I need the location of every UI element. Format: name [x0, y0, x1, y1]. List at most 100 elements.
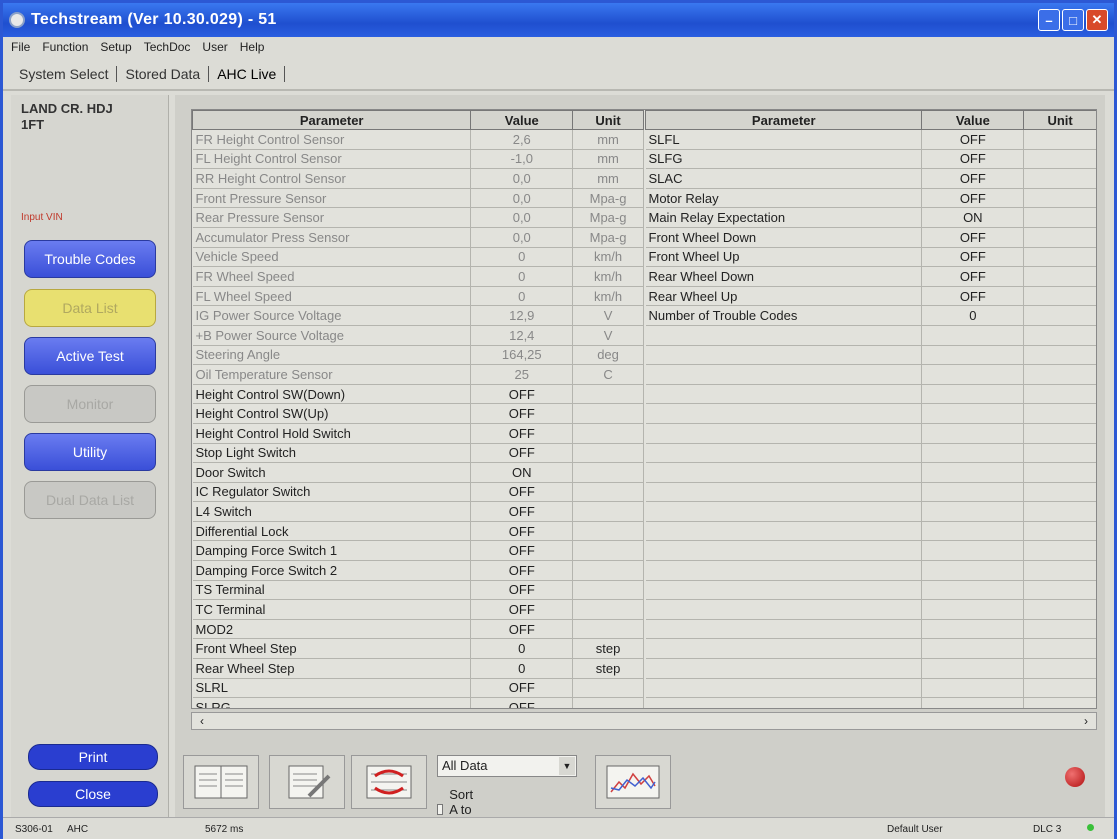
- table-row[interactable]: Front Wheel Step 0 step: [192, 638, 644, 660]
- close-button[interactable]: Close: [28, 781, 158, 807]
- table-row[interactable]: SLAC OFF: [645, 168, 1096, 189]
- maximize-button[interactable]: □: [1062, 9, 1084, 31]
- trouble-codes-button[interactable]: Trouble Codes: [24, 240, 156, 278]
- table-row[interactable]: [645, 501, 1096, 522]
- sort-checkbox[interactable]: [437, 804, 444, 815]
- table-row[interactable]: Rear Wheel Down OFF: [645, 266, 1096, 287]
- menu-function[interactable]: Function: [42, 40, 88, 56]
- table-row[interactable]: [645, 678, 1096, 699]
- table-row[interactable]: [645, 403, 1096, 424]
- table-row[interactable]: [645, 658, 1096, 679]
- table-row[interactable]: FL Height Control Sensor -1,0 mm: [192, 149, 644, 170]
- table-row[interactable]: Oil Temperature Sensor 25 C: [192, 364, 644, 385]
- table-row[interactable]: Accumulator Press Sensor 0,0 Mpa-g: [192, 227, 644, 248]
- table-row[interactable]: [645, 697, 1096, 708]
- table-row[interactable]: [645, 540, 1096, 562]
- menu-file[interactable]: File: [11, 40, 30, 56]
- table-row[interactable]: [645, 521, 1096, 542]
- view-mode-button[interactable]: [183, 755, 259, 809]
- minimize-button[interactable]: –: [1038, 9, 1060, 31]
- table-row[interactable]: Rear Pressure Sensor 0,0 Mpa-g: [192, 207, 644, 228]
- table-row[interactable]: Rear Wheel Up OFF: [645, 286, 1096, 307]
- table-row[interactable]: TS Terminal OFF: [192, 580, 644, 601]
- record-button[interactable]: [1065, 767, 1085, 787]
- close-window-button[interactable]: ✕: [1086, 9, 1108, 31]
- table-row[interactable]: [645, 482, 1096, 503]
- techstream-window: Techstream (Ver 10.30.029) - 51 – □ ✕ Fi…: [0, 0, 1117, 839]
- table-row[interactable]: SLRL OFF: [192, 678, 644, 699]
- swap-list-button[interactable]: [351, 755, 427, 809]
- active-test-button[interactable]: Active Test: [24, 337, 156, 375]
- table-row[interactable]: FL Wheel Speed 0 km/h: [192, 286, 644, 307]
- title-bar: Techstream (Ver 10.30.029) - 51 – □ ✕: [3, 3, 1114, 37]
- table-row[interactable]: Damping Force Switch 1 OFF: [192, 540, 644, 562]
- table-row[interactable]: Rear Wheel Step 0 step: [192, 658, 644, 679]
- table-row[interactable]: [645, 364, 1096, 385]
- unit-header[interactable]: Unit: [572, 110, 644, 130]
- scroll-left-icon[interactable]: ‹: [194, 713, 210, 729]
- table-row[interactable]: Steering Angle 164,25 deg: [192, 345, 644, 366]
- scroll-right-icon[interactable]: ›: [1078, 713, 1094, 729]
- menu-techdoc[interactable]: TechDoc: [144, 40, 191, 56]
- menu-help[interactable]: Help: [240, 40, 265, 56]
- table-row[interactable]: [645, 580, 1096, 601]
- menu-setup[interactable]: Setup: [100, 40, 131, 56]
- unit-header[interactable]: Unit: [1023, 110, 1096, 130]
- table-row[interactable]: FR Height Control Sensor 2,6 mm: [192, 129, 644, 150]
- table-row[interactable]: Height Control SW(Down) OFF: [192, 384, 644, 405]
- table-row[interactable]: FR Wheel Speed 0 km/h: [192, 266, 644, 287]
- table-row[interactable]: Main Relay Expectation ON: [645, 207, 1096, 228]
- table-row[interactable]: [645, 384, 1096, 405]
- table-row[interactable]: +B Power Source Voltage 12,4 V: [192, 325, 644, 346]
- table-row[interactable]: [645, 599, 1096, 620]
- edit-list-button[interactable]: [269, 755, 345, 809]
- horizontal-scrollbar[interactable]: ‹ ›: [191, 712, 1097, 730]
- table-row[interactable]: [645, 638, 1096, 660]
- table-row[interactable]: Front Wheel Down OFF: [645, 227, 1096, 248]
- table-row[interactable]: Damping Force Switch 2 OFF: [192, 560, 644, 581]
- graph-button[interactable]: [595, 755, 671, 809]
- table-row[interactable]: Front Pressure Sensor 0,0 Mpa-g: [192, 188, 644, 209]
- table-row[interactable]: Differential Lock OFF: [192, 521, 644, 542]
- table-row[interactable]: SLFG OFF: [645, 149, 1096, 170]
- tab-system-select[interactable]: System Select: [11, 66, 118, 82]
- table-row[interactable]: Vehicle Speed 0 km/h: [192, 247, 644, 268]
- table-row[interactable]: Stop Light Switch OFF: [192, 443, 644, 464]
- table-row[interactable]: [645, 345, 1096, 366]
- table-row[interactable]: Height Control SW(Up) OFF: [192, 403, 644, 424]
- table-row[interactable]: Height Control Hold Switch OFF: [192, 423, 644, 444]
- table-row[interactable]: MOD2 OFF: [192, 619, 644, 640]
- value-header[interactable]: Value: [470, 110, 574, 130]
- table-row[interactable]: [645, 423, 1096, 444]
- input-vin-link[interactable]: Input VIN: [21, 212, 63, 223]
- utility-button[interactable]: Utility: [24, 433, 156, 471]
- dual-data-list-button[interactable]: Dual Data List: [24, 481, 156, 519]
- table-row[interactable]: [645, 443, 1096, 464]
- tab-ahc-live[interactable]: AHC Live: [209, 66, 286, 82]
- table-row[interactable]: [645, 325, 1096, 346]
- menu-user[interactable]: User: [202, 40, 227, 56]
- table-row[interactable]: [645, 462, 1096, 483]
- parameter-header[interactable]: Parameter: [192, 110, 472, 130]
- data-list-button[interactable]: Data List: [24, 289, 156, 327]
- table-row[interactable]: IG Power Source Voltage 12,9 V: [192, 305, 644, 326]
- table-row[interactable]: Motor Relay OFF: [645, 188, 1096, 209]
- chevron-down-icon[interactable]: ▼: [559, 757, 575, 775]
- table-row[interactable]: Number of Trouble Codes 0: [645, 305, 1096, 326]
- print-button[interactable]: Print: [28, 744, 158, 770]
- data-filter-select[interactable]: All Data ▼: [437, 755, 577, 777]
- table-row[interactable]: RR Height Control Sensor 0,0 mm: [192, 168, 644, 189]
- value-header[interactable]: Value: [921, 110, 1025, 130]
- tab-stored-data[interactable]: Stored Data: [117, 66, 210, 82]
- monitor-button[interactable]: Monitor: [24, 385, 156, 423]
- table-row[interactable]: TC Terminal OFF: [192, 599, 644, 620]
- table-row[interactable]: SLFL OFF: [645, 129, 1096, 150]
- table-row[interactable]: IC Regulator Switch OFF: [192, 482, 644, 503]
- table-row[interactable]: [645, 560, 1096, 581]
- table-row[interactable]: [645, 619, 1096, 640]
- table-row[interactable]: L4 Switch OFF: [192, 501, 644, 522]
- table-row[interactable]: SLRG OFF: [192, 697, 644, 708]
- table-row[interactable]: Door Switch ON: [192, 462, 644, 483]
- table-row[interactable]: Front Wheel Up OFF: [645, 247, 1096, 268]
- parameter-header[interactable]: Parameter: [644, 110, 923, 130]
